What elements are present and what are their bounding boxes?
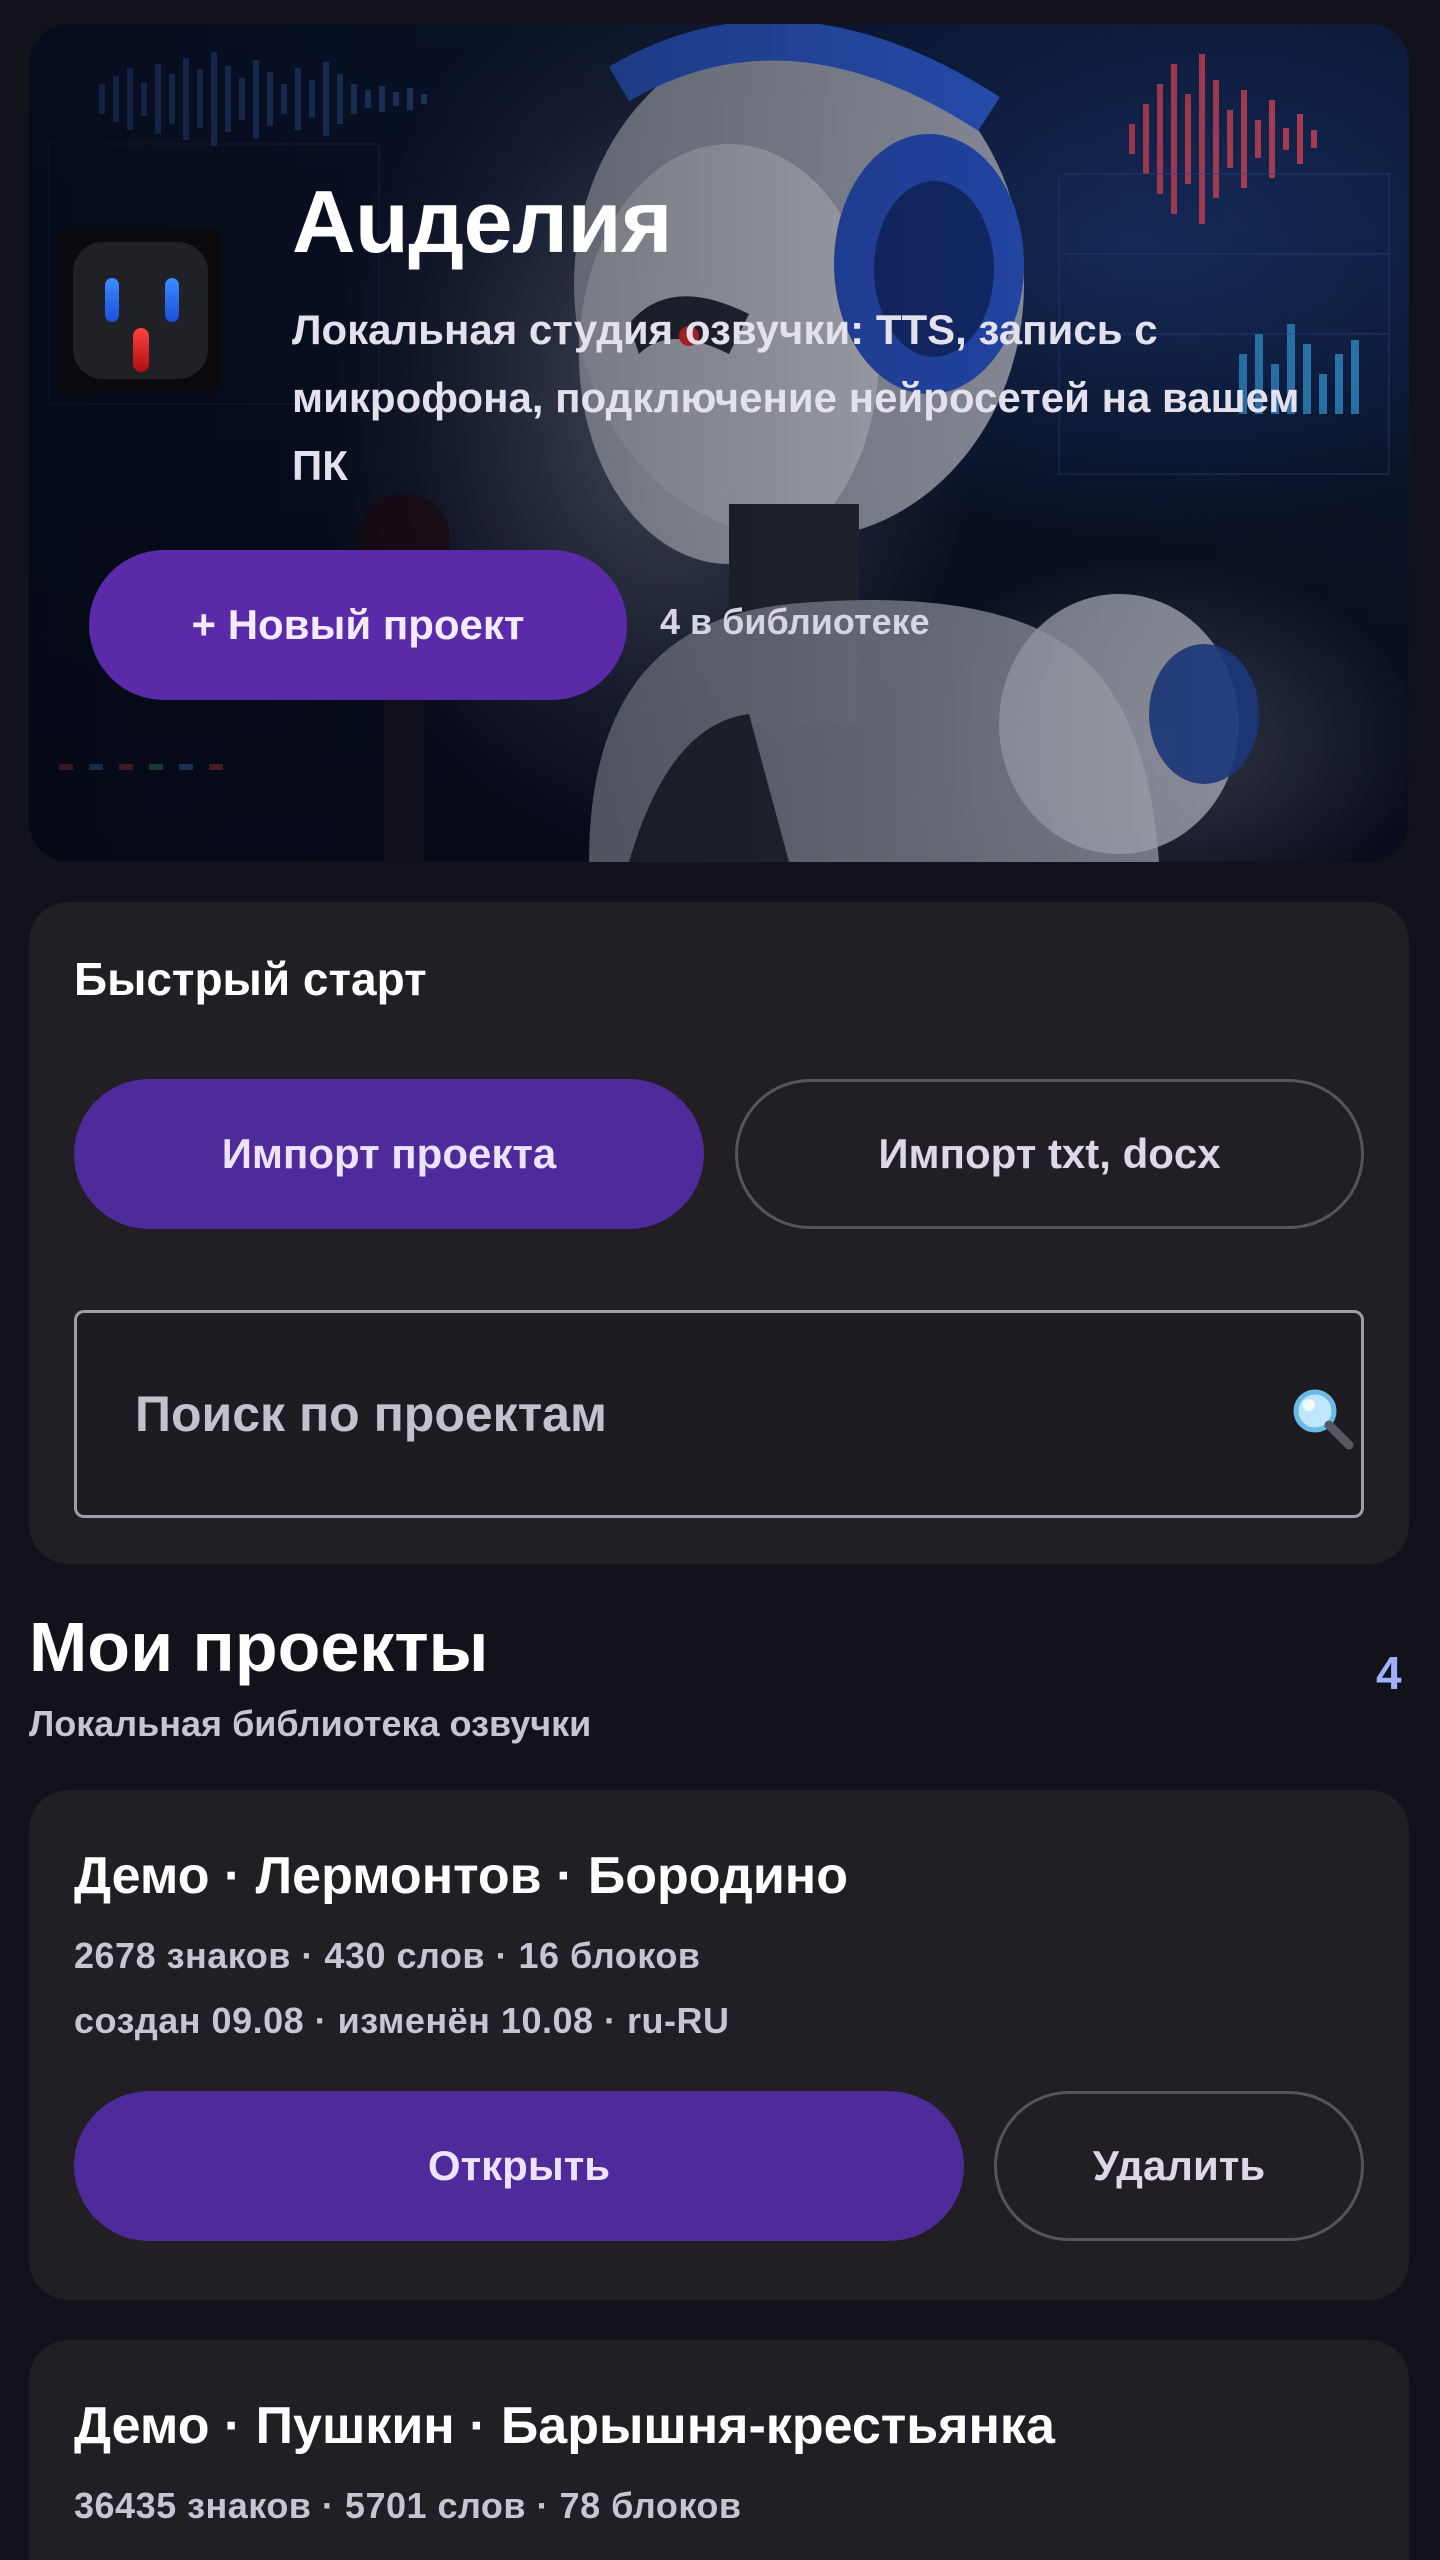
project-title[interactable]: Демо · Лермонтов · Бородино [74,1850,848,1902]
app-title: Auделия [292,172,672,271]
projects-title: Мои проекты [29,1608,489,1686]
import-project-button[interactable]: Импорт проекта [74,1079,704,1229]
robot-face-icon [59,228,222,393]
search-input[interactable] [135,1313,1235,1515]
quick-start-title: Быстрый старт [74,953,427,1005]
search-field[interactable] [74,1310,1364,1518]
project-title[interactable]: Демо · Пушкин · Барышня-крестьянка [74,2400,1055,2452]
open-project-button[interactable]: Открыть [74,2091,964,2241]
import-text-button[interactable]: Импорт txt, docx [735,1079,1364,1229]
library-count: 4 в библиотеке [660,601,930,642]
project-stats: 36435 знаков · 5701 слов · 78 блоков [74,2485,742,2526]
projects-count: 4 [1376,1647,1402,1699]
delete-project-button[interactable]: Удалить [994,2091,1364,2241]
magnifier-icon[interactable] [1289,1385,1355,1451]
app-subtitle: Локальная студия озвучки: TTS, запись с … [292,306,1300,489]
project-dates: создан 09.08 · изменён 10.08 · ru-RU [74,2000,730,2041]
new-project-button[interactable]: + Новый проект [89,550,627,700]
app-screen: Auделия Локальная студия озвучки: TTS, з… [0,0,1440,2560]
project-stats: 2678 знаков · 430 слов · 16 блоков [74,1935,701,1976]
projects-subtitle: Локальная библиотека озвучки [29,1703,592,1744]
